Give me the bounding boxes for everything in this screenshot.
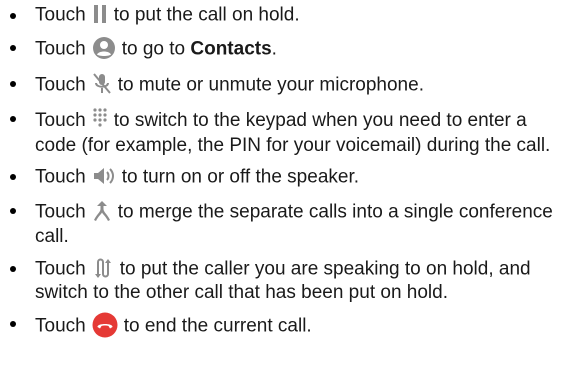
item-text: to end the current call. <box>123 315 312 337</box>
item-text: to switch to the keypad when you need to… <box>35 110 551 156</box>
mute-microphone-icon <box>92 72 112 96</box>
list-item-mute: Touch to mute or unmute your microphone. <box>0 72 560 99</box>
touch-text: Touch <box>35 315 86 337</box>
item-text: to merge the separate calls into a singl… <box>35 201 553 247</box>
bullet <box>10 321 16 327</box>
swap-calls-icon <box>92 257 114 279</box>
list-item-end-call: Touch to end the current call. <box>0 312 560 341</box>
end-call-icon <box>92 312 118 338</box>
list-item-keypad: Touch to switch to the keypad when you n… <box>0 107 560 157</box>
bullet <box>10 81 16 87</box>
touch-text: Touch <box>35 4 86 26</box>
instruction-list: Touch to put the call on hold. Touch to … <box>0 4 566 341</box>
list-item-contacts: Touch to go to Contacts. <box>0 36 560 63</box>
touch-text: Touch <box>35 258 86 280</box>
item-text-tail: . <box>271 38 277 60</box>
speaker-icon <box>92 165 116 187</box>
bullet <box>10 13 16 19</box>
pause-icon <box>92 4 108 24</box>
contacts-label: Contacts <box>190 38 272 60</box>
touch-text: Touch <box>35 74 86 96</box>
touch-text: Touch <box>35 166 86 188</box>
bullet <box>10 208 16 214</box>
item-text: to mute or unmute your microphone. <box>117 74 424 96</box>
bullet <box>10 266 16 272</box>
item-text: to put the call on hold. <box>113 4 300 26</box>
bullet <box>10 45 16 51</box>
item-text: to go to <box>121 38 191 60</box>
contact-icon <box>92 36 116 60</box>
merge-calls-icon <box>92 199 112 223</box>
list-item-speaker: Touch to turn on or off the speaker. <box>0 165 560 190</box>
keypad-icon <box>92 107 108 127</box>
list-item-merge: Touch to merge the separate calls into a… <box>0 199 560 248</box>
bullet <box>10 116 16 122</box>
touch-text: Touch <box>35 110 86 132</box>
list-item-swap: Touch to put the caller you are speaking… <box>0 257 560 304</box>
touch-text: Touch <box>35 38 86 60</box>
list-item-hold: Touch to put the call on hold. <box>0 4 560 27</box>
touch-text: Touch <box>35 201 86 223</box>
item-text: to turn on or off the speaker. <box>121 166 360 188</box>
bullet <box>10 174 16 180</box>
